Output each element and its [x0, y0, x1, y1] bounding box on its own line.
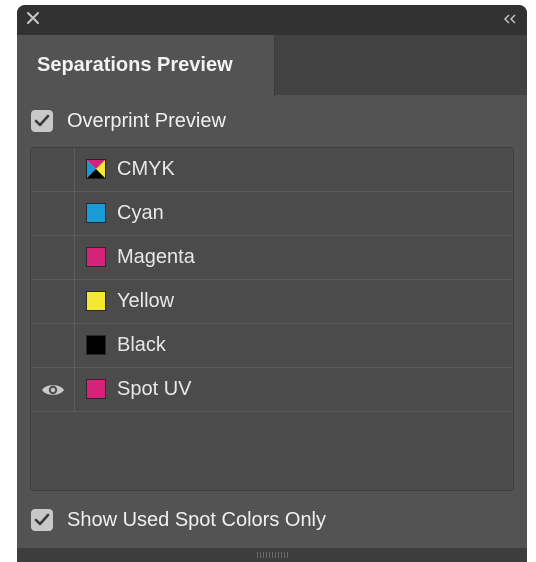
separation-row-cmyk[interactable]: CMYK	[31, 148, 513, 192]
resize-grip-icon[interactable]	[257, 552, 289, 558]
visibility-toggle[interactable]	[31, 280, 75, 323]
panel-title-bar[interactable]	[17, 5, 527, 35]
visibility-toggle[interactable]	[31, 324, 75, 367]
separation-label: Magenta	[117, 246, 195, 268]
yellow-swatch	[86, 291, 106, 311]
cmyk-swatch-icon	[86, 159, 106, 179]
overprint-preview-checkbox[interactable]: Overprint Preview	[31, 106, 226, 136]
separation-row-black[interactable]: Black	[31, 324, 513, 368]
close-icon[interactable]	[24, 9, 44, 29]
black-swatch	[86, 335, 106, 355]
show-used-spot-colors-checkbox[interactable]: Show Used Spot Colors Only	[31, 505, 326, 535]
spot-uv-swatch	[86, 379, 106, 399]
show-used-spot-colors-label: Show Used Spot Colors Only	[67, 508, 327, 531]
separation-label: Cyan	[117, 202, 164, 224]
visibility-toggle[interactable]	[31, 192, 75, 235]
tab-label: Separations Preview	[37, 54, 233, 76]
visibility-toggle[interactable]	[31, 368, 75, 411]
double-chevron-left-icon[interactable]	[501, 11, 519, 27]
tab-strip: Separations Preview	[17, 35, 527, 96]
visibility-toggle[interactable]	[31, 236, 75, 279]
separation-row-magenta[interactable]: Magenta	[31, 236, 513, 280]
separation-label: Black	[117, 334, 166, 356]
panel-footer	[17, 548, 527, 562]
cyan-swatch	[86, 203, 106, 223]
checkmark-icon[interactable]	[31, 509, 53, 531]
separation-row-cyan[interactable]: Cyan	[31, 192, 513, 236]
separations-preview-panel: Separations Preview Overprint Preview CM…	[17, 5, 527, 562]
checkmark-icon[interactable]	[31, 110, 53, 132]
separations-list: CMYK Cyan Magenta Yellow Black Spot UV	[30, 147, 514, 491]
separation-label: Yellow	[117, 290, 175, 312]
eye-icon[interactable]	[41, 382, 65, 398]
magenta-swatch	[86, 247, 106, 267]
separation-row-yellow[interactable]: Yellow	[31, 280, 513, 324]
separation-label: CMYK	[117, 158, 175, 180]
separation-row-spot-uv[interactable]: Spot UV	[31, 368, 513, 412]
overprint-preview-label: Overprint Preview	[67, 109, 226, 132]
tab-separations-preview[interactable]: Separations Preview	[17, 35, 275, 96]
separation-label: Spot UV	[117, 378, 192, 400]
visibility-toggle[interactable]	[31, 148, 75, 191]
